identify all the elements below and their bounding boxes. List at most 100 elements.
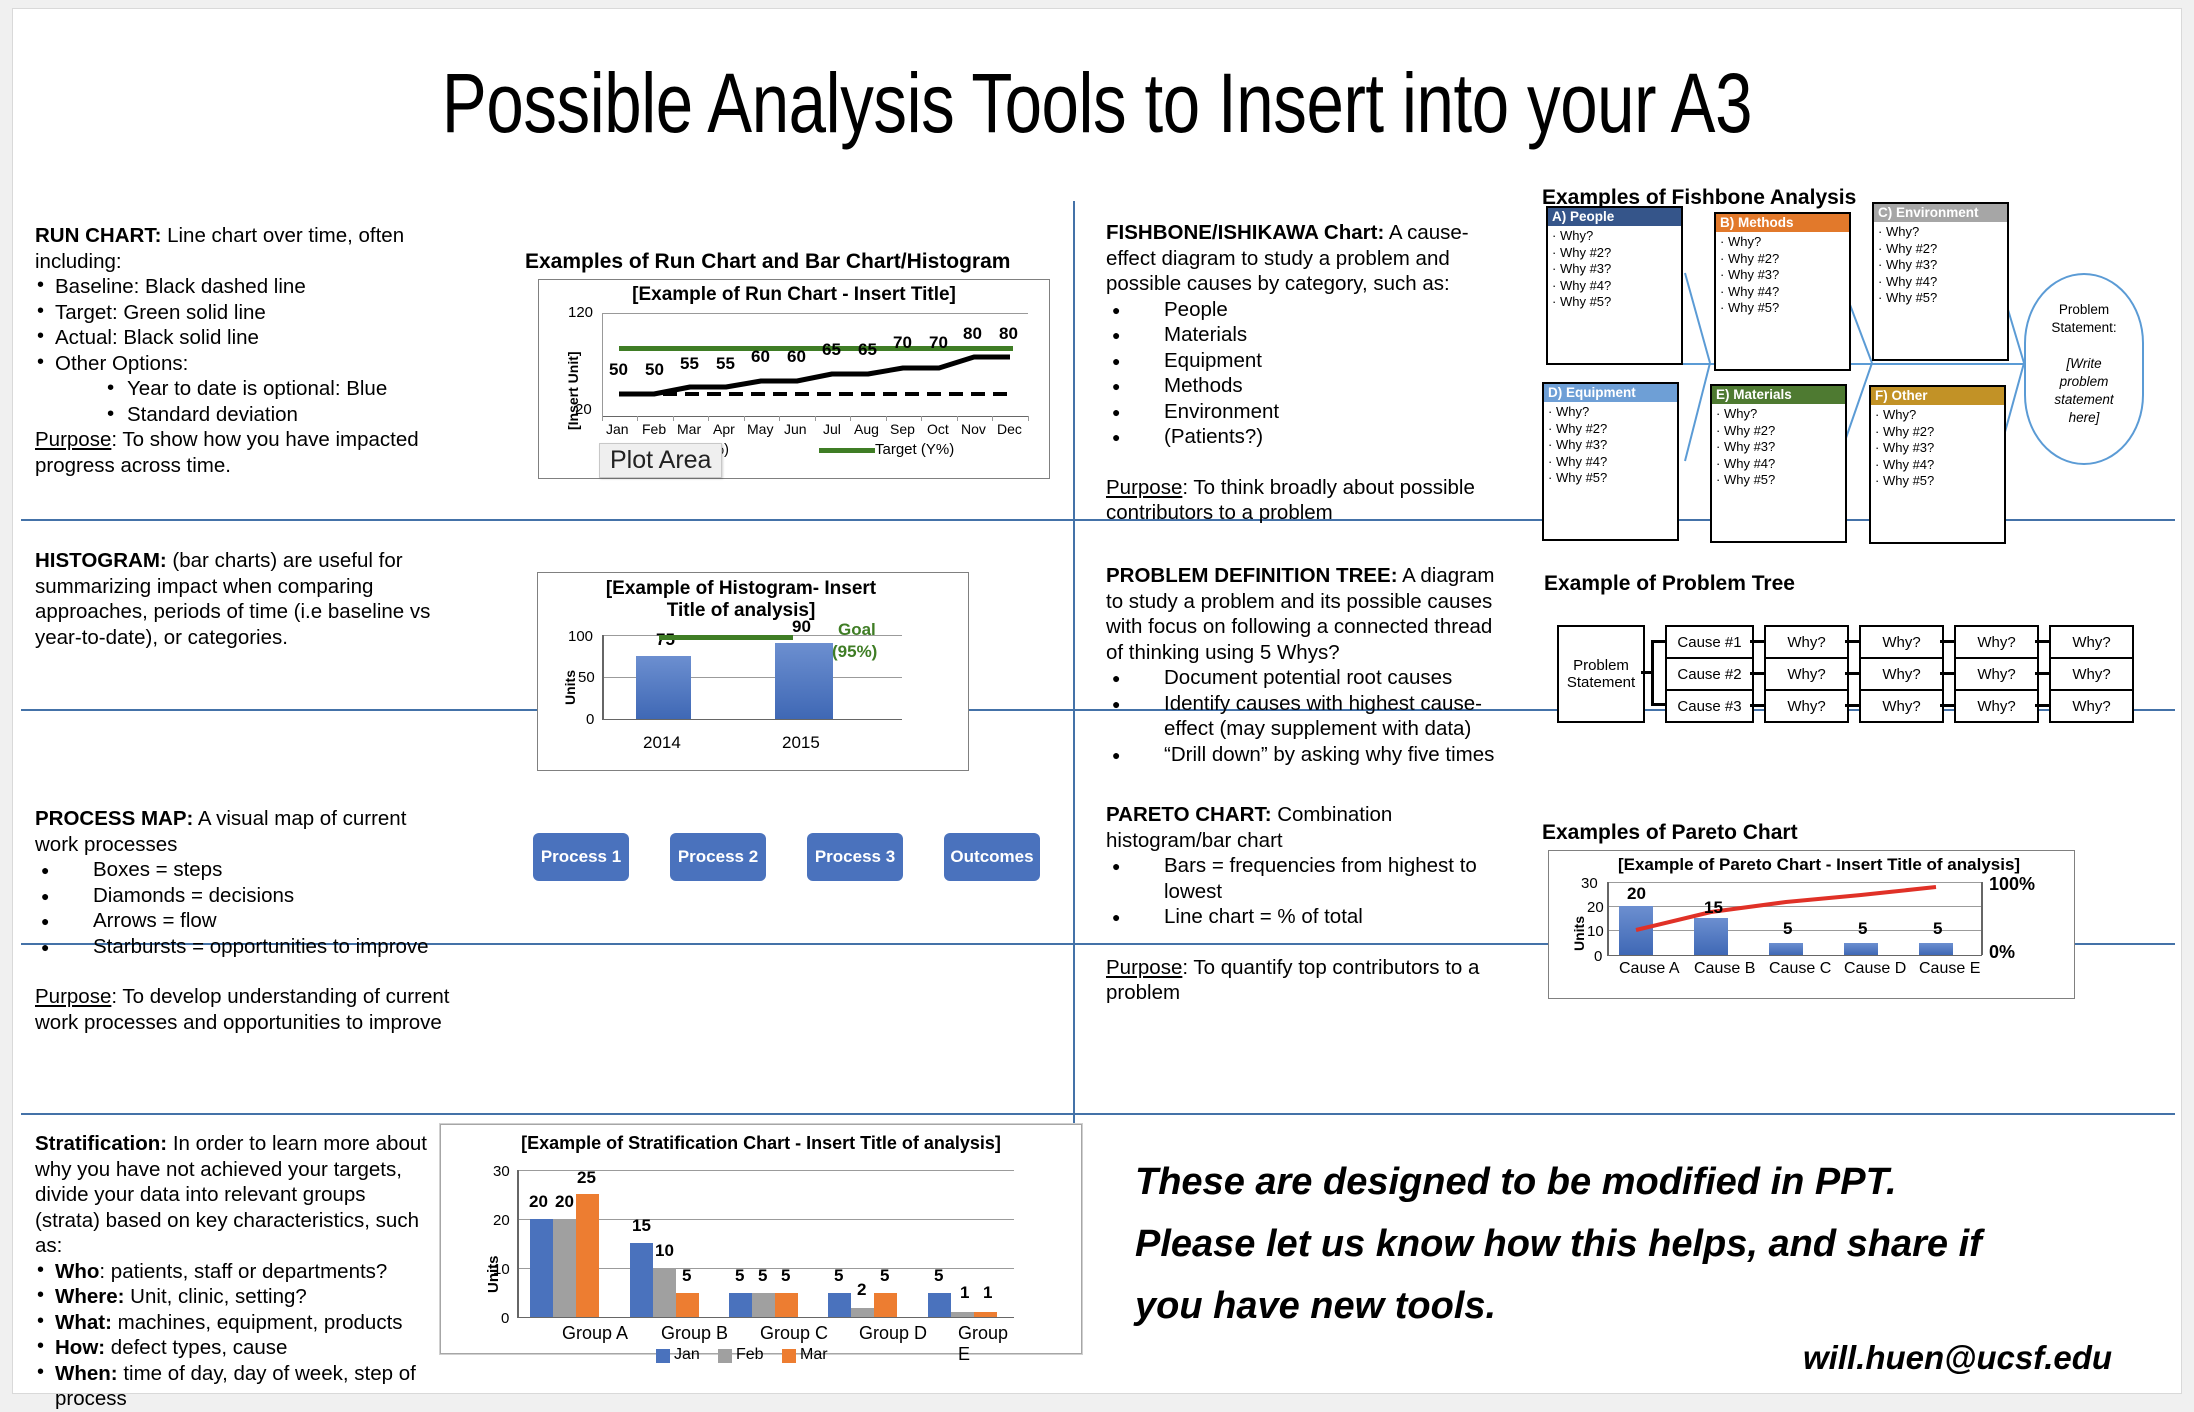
list-item: Methods [1106, 373, 1496, 399]
fishbone-bullets: People Materials Equipment Methods Envir… [1106, 297, 1496, 450]
run-chart-data-label: 70 [929, 333, 948, 352]
why-item: · Why #4? [1720, 283, 1780, 299]
pareto-ytick: 10 [1587, 923, 1604, 940]
strat-xtick: Group A [562, 1323, 629, 1343]
run-chart-sub-bullets: Year to date is optional: Blue Standard … [35, 375, 435, 427]
why-item: · Why #2? [1552, 244, 1612, 260]
process-step-box[interactable]: Outcomes [944, 833, 1040, 881]
run-chart-xtick: Sep [890, 421, 915, 437]
strat-data-label: 5 [781, 1266, 791, 1285]
why-item: · Why #4? [1878, 273, 1938, 289]
strat-data-label: 5 [834, 1266, 844, 1285]
histogram-goal-label: Goal [838, 620, 876, 639]
pareto-xtick: Cause B [1694, 960, 1756, 977]
strat-text: : patients, staff or departments? [99, 1259, 388, 1283]
run-chart-data-label: 50 [645, 360, 664, 379]
gridline [602, 719, 902, 720]
pareto-data-label: 20 [1627, 884, 1646, 903]
list-item: How: defect types, cause [35, 1334, 435, 1361]
list-item: What: machines, equipment, products [35, 1309, 435, 1336]
why-item: · Why #3? [1878, 257, 1938, 272]
oval-line: statement [2054, 392, 2114, 407]
fishbone-diagram: A) People · Why? · Why #2? · Why #3? · W… [1542, 202, 2167, 544]
list-item: Year to date is optional: Blue [35, 375, 435, 402]
vertical-divider [1073, 201, 1075, 1178]
list-item: Line chart = % of total [1106, 904, 1506, 930]
pareto-xtick: Cause D [1844, 960, 1907, 977]
histogram-data-label: 75 [656, 630, 675, 650]
legend-label-jan: Jan [674, 1346, 700, 1363]
pareto-data-label: 5 [1858, 919, 1868, 938]
problem-tree-why: Why? [2049, 625, 2134, 659]
strat-text: machines, equipment, products [111, 1310, 403, 1334]
process-step-box[interactable]: Process 3 [807, 833, 903, 881]
pareto-ytick: 30 [1581, 875, 1598, 892]
strat-data-label: 20 [529, 1192, 548, 1211]
why-item: · Why #3? [1548, 437, 1608, 452]
run-chart-xtick: Mar [677, 421, 702, 437]
strat-label: What: [55, 1310, 112, 1334]
strat-bar-jan [928, 1293, 951, 1317]
tree-connector [1651, 640, 1665, 643]
list-item: Bars = frequencies from highest to lowes… [1106, 853, 1506, 904]
strat-bar-feb [553, 1219, 576, 1317]
root-line: Problem [1573, 657, 1629, 674]
fishbone-purpose-label: Purpose [1106, 475, 1183, 499]
strat-data-label: 5 [758, 1266, 768, 1285]
fishbone-box-materials: E) Materials · Why? · Why #2? · Why #3? … [1710, 384, 1847, 543]
histogram-xtick: 2015 [782, 733, 820, 752]
why-item: · Why? [1878, 224, 1920, 239]
problem-tree-why: Why? [1954, 657, 2039, 691]
process-map-purpose-label: Purpose [35, 985, 112, 1008]
fishbone-box-environment: C) Environment · Why? · Why #2? · Why #3… [1872, 202, 2009, 361]
stratification-heading: Stratification: [35, 1132, 168, 1155]
stratification-ytick: 20 [493, 1212, 510, 1229]
pareto-cumulative-line [1635, 885, 1937, 932]
strat-bar-mar [775, 1293, 798, 1317]
tree-connector [1940, 640, 1954, 643]
why-item: · Why #3? [1720, 267, 1780, 282]
run-chart-description: RUN CHART: Line chart over time, often i… [35, 223, 435, 478]
process-step-box[interactable]: Process 1 [533, 833, 629, 881]
gridline [517, 1317, 1014, 1318]
why-item: · Why? [1552, 228, 1594, 243]
tree-connector [1940, 672, 1954, 675]
fishbone-box-body: · Why? · Why #2? · Why #3? · Why #4? · W… [1874, 222, 2007, 307]
problem-tree-why: Why? [1859, 657, 1944, 691]
list-item: Target: Green solid line [35, 299, 435, 326]
strat-bar-jan [828, 1293, 851, 1317]
why-item: · Why #4? [1716, 455, 1776, 471]
closing-line: Please let us know how this helps, and s… [1135, 1223, 1982, 1265]
strat-bar-mar [874, 1293, 897, 1317]
closing-line: These are designed to be modified in PPT… [1135, 1161, 1897, 1203]
legend-swatch-feb [718, 1349, 732, 1363]
pareto-ytick: 20 [1587, 899, 1604, 916]
oval-line: problem [2059, 374, 2109, 389]
list-item: Document potential root causes [1106, 665, 1506, 691]
strat-label: Who [55, 1259, 100, 1283]
process-step-box[interactable]: Process 2 [670, 833, 766, 881]
list-item: People [1106, 297, 1496, 322]
legend-swatch-jan [656, 1349, 670, 1363]
strat-xtick: Group D [859, 1323, 928, 1343]
histogram-heading: HISTOGRAM: [35, 549, 167, 572]
why-item: · Why? [1720, 234, 1762, 249]
why-item: · Why #4? [1875, 456, 1935, 472]
why-item: · Why? [1716, 406, 1758, 421]
problem-tree-root: Problem Statement [1557, 625, 1645, 723]
why-item: · Why #3? [1716, 439, 1776, 454]
histogram-y-label: Units [562, 670, 578, 705]
list-item: Actual: Black solid line [35, 324, 435, 351]
run-chart-y-label: [Insert Unit] [565, 351, 581, 430]
oval-line: Statement: [2051, 320, 2117, 335]
tree-connector [1940, 704, 1954, 707]
tree-connector [1750, 704, 1764, 707]
run-chart-xtick: Dec [997, 421, 1022, 437]
histogram-description: HISTOGRAM: (bar charts) are useful for s… [35, 548, 435, 650]
strat-data-label: 10 [655, 1241, 674, 1260]
run-chart-legend-target: Target (Y%) [875, 441, 955, 458]
why-item: · Why #5? [1716, 472, 1776, 487]
run-chart-xtick: Aug [854, 421, 879, 437]
fishbone-box-people: A) People · Why? · Why #2? · Why #3? · W… [1546, 206, 1683, 365]
list-item: Where: Unit, clinic, setting? [35, 1283, 435, 1310]
